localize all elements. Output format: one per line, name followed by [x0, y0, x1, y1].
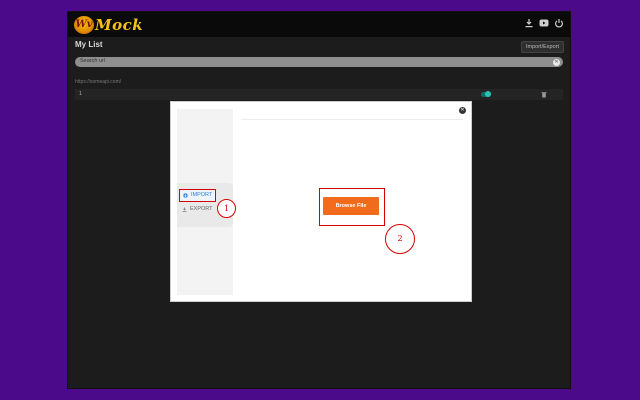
- url-label: https://someapi.com/: [75, 79, 122, 85]
- top-icons: [524, 18, 564, 28]
- import-icon: [183, 193, 188, 198]
- browse-file-button[interactable]: Browse File: [323, 197, 379, 215]
- list-item-number: 1: [79, 91, 83, 97]
- logo-mark: Wv: [74, 16, 94, 34]
- toggle-knob: [485, 91, 491, 97]
- enable-toggle[interactable]: [481, 91, 491, 97]
- import-label: IMPORT: [191, 192, 213, 198]
- search-input[interactable]: Search url ✕: [75, 57, 563, 67]
- import-export-modal: ✕ IMPORT EXPORT Browse File: [170, 101, 472, 302]
- export-icon: [182, 207, 187, 212]
- close-icon[interactable]: ✕: [459, 107, 466, 114]
- callout-2: 2: [385, 224, 415, 254]
- youtube-icon[interactable]: [539, 18, 549, 28]
- export-tab[interactable]: EXPORT: [179, 204, 216, 215]
- list-title: My List: [75, 40, 103, 49]
- list-item[interactable]: 1: [75, 89, 563, 100]
- list-header: My List Import/Export: [68, 40, 570, 54]
- app-logo: Wv Mock: [74, 15, 143, 35]
- power-icon[interactable]: [554, 18, 564, 28]
- clear-search-icon[interactable]: ✕: [553, 58, 560, 66]
- logo-word: Mock: [95, 16, 144, 34]
- callout-1: 1: [217, 199, 236, 218]
- import-tab[interactable]: IMPORT: [179, 189, 217, 202]
- modal-divider: [241, 119, 463, 120]
- trash-icon[interactable]: [541, 91, 547, 98]
- top-bar: Wv Mock: [68, 12, 570, 37]
- download-icon[interactable]: [524, 18, 534, 28]
- import-export-button[interactable]: Import/Export: [520, 41, 564, 53]
- export-label: EXPORT: [190, 206, 213, 212]
- search-placeholder: Search url: [80, 58, 106, 64]
